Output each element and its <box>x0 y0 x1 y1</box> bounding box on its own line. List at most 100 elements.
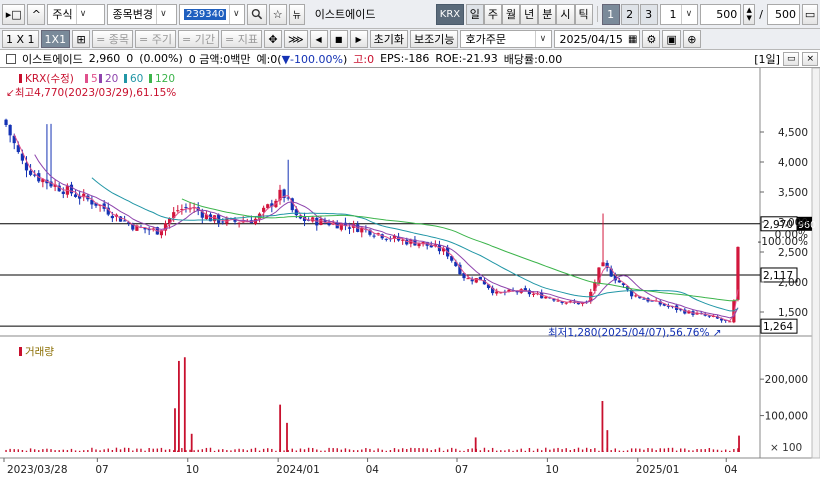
stock-name-value: 이스트에이드 <box>314 8 376 21</box>
layout-1x1-alt-button[interactable]: 1X1 <box>40 30 71 48</box>
chevron-down-icon: ∨ <box>155 4 170 24</box>
candle-body <box>634 295 638 297</box>
date-value: 2025/04/15 <box>559 32 623 46</box>
stock-code-value: 239340 <box>184 8 227 20</box>
count-input[interactable]: 500 <box>700 3 742 25</box>
legend-ma60-swatch <box>124 74 127 83</box>
order-select[interactable]: 호가주문 ∨ <box>460 30 553 48</box>
left-arrow-icon: ◀ <box>315 34 322 44</box>
pre-change: ▼-100.00% <box>281 52 343 66</box>
candle-body <box>466 278 470 280</box>
print-button[interactable]: ⊕ <box>682 30 701 48</box>
stop-icon: ■ <box>334 34 343 44</box>
maximize-button[interactable]: ▭ <box>782 51 800 66</box>
range-overlay-button[interactable]: = 기간 <box>178 30 219 48</box>
period-button-3[interactable]: 년 <box>520 3 539 25</box>
aux-function-button[interactable]: 보조기능 <box>409 30 459 48</box>
calendar-icon[interactable]: ▦ <box>628 34 637 45</box>
scroll-right-button[interactable]: ▶ <box>349 30 368 48</box>
favorite-button[interactable]: ☆ <box>268 3 287 25</box>
price-volume-chart[interactable]: 2,9702,1171,264960 4,5004,0003,5003,0002… <box>0 67 820 482</box>
high-label: 고:0 <box>353 52 375 66</box>
stock-price: 2,960 <box>88 52 121 65</box>
number-button-3[interactable]: 3 <box>639 3 658 25</box>
checkbox-icon[interactable] <box>6 53 16 64</box>
x-tick-label: 07 <box>95 464 108 476</box>
total-input[interactable]: 500 <box>766 3 801 25</box>
period-overlay-button[interactable]: = 주기 <box>135 30 177 48</box>
news-icon: 뉴 <box>292 10 301 21</box>
right-scrollbar[interactable] <box>811 67 820 459</box>
interval-select[interactable]: 1 ∨ <box>659 3 699 25</box>
stepper-down-icon: ▼ <box>746 14 752 22</box>
candle-body <box>123 220 127 222</box>
star-icon: ☆ <box>272 7 283 21</box>
x-tick-label: 2025/01 <box>636 464 680 476</box>
window-button[interactable]: ▭ <box>802 3 819 25</box>
zoom-fit-button[interactable]: ⋙ <box>283 30 308 48</box>
x-tick-label: 10 <box>545 464 558 476</box>
period-button-2[interactable]: 월 <box>502 3 521 25</box>
price-tick-label: 3,500 <box>778 187 808 199</box>
count-separator: / <box>759 7 763 21</box>
market-select[interactable]: 주식 ∨ <box>47 3 106 25</box>
chart-area[interactable]: 2,970 2,117 1,264 960 4,500 4,000 3,500 3,000 2… <box>0 67 820 482</box>
max-price-note: ↙최고4,770(2023/03/29),61.15% <box>6 87 176 99</box>
count-stepper[interactable]: ▲ ▼ <box>743 3 756 25</box>
period-button-5[interactable]: 시 <box>556 3 575 25</box>
grid-button[interactable]: ⊞ <box>72 30 91 48</box>
close-button[interactable]: × <box>802 51 818 66</box>
stop-button[interactable]: ■ <box>329 30 348 48</box>
candle-body <box>184 207 188 209</box>
amount-label: 0 금액:0백만 <box>188 52 251 66</box>
divider <box>596 6 598 22</box>
dividend-label: 배당률:0.00 <box>503 52 563 66</box>
number-button-1[interactable]: 1 <box>601 3 620 25</box>
search-button[interactable] <box>247 3 267 25</box>
price-tick-label: 4,500 <box>778 127 808 139</box>
candle-body <box>384 238 388 240</box>
period-button-4[interactable]: 분 <box>538 3 557 25</box>
chevron-down-icon: ∨ <box>535 31 549 47</box>
x-tick-label: 04 <box>366 464 380 476</box>
menu-toggle-button[interactable]: ▸□ <box>2 3 26 25</box>
candle-body <box>495 291 499 294</box>
stock-change-select[interactable]: 종목변경 ∨ <box>107 3 178 25</box>
date-input[interactable]: 2025/04/15 ▦ <box>554 30 641 48</box>
legend-ma5: 5 <box>91 73 98 85</box>
count-value: 500 <box>716 7 738 21</box>
settings-button[interactable]: ⚙ <box>642 30 661 48</box>
exchange-badge[interactable]: KRX <box>436 3 464 25</box>
price-tick-label: 3,000 <box>778 217 808 229</box>
stock-overlay-button[interactable]: = 종목 <box>92 30 134 48</box>
period-button-1[interactable]: 주 <box>483 3 503 25</box>
reset-button[interactable]: 초기화 <box>369 30 408 48</box>
layout-1x1-button[interactable]: 1 X 1 <box>2 30 39 48</box>
candle-body <box>372 235 376 237</box>
candle-body <box>642 298 646 300</box>
stock-code-input[interactable]: 239340 ∨ <box>179 3 246 25</box>
stock-change-pct: (0.00%) <box>139 52 183 65</box>
period-button-6[interactable]: 틱 <box>574 3 593 25</box>
legend-ma60: 60 <box>130 73 143 85</box>
nav-up-button[interactable]: ^ <box>27 3 46 25</box>
chart-toolbar: 1 X 1 1X1 ⊞ = 종목 = 주기 = 기간 = 지표 ✥ ⋙ ◀ ■ … <box>0 29 820 50</box>
stock-name-field: 이스트에이드 <box>307 4 434 25</box>
main-toolbar: ▸□ ^ 주식 ∨ 종목변경 ∨ 239340 ∨ ☆ 뉴 이스트에이드 KRX… <box>0 0 820 29</box>
pre-close: ) <box>342 52 348 66</box>
period-button-0[interactable]: 일 <box>465 3 484 25</box>
price-tick-label: 2,500 <box>778 247 808 259</box>
number-button-2[interactable]: 2 <box>620 3 639 25</box>
indicator-overlay-button[interactable]: = 지표 <box>220 30 262 48</box>
candle-body <box>69 184 74 194</box>
stepper-up-icon: ▲ <box>746 6 752 14</box>
number-button-group: 123 <box>601 3 658 25</box>
news-button[interactable]: 뉴 <box>288 3 305 25</box>
grid-icon: ⊞ <box>76 32 86 46</box>
candle-body <box>564 302 568 304</box>
save-button[interactable]: ▣ <box>662 30 681 48</box>
crosshair-button[interactable]: ✥ <box>263 30 282 48</box>
legend-ma120: 120 <box>155 73 175 85</box>
scroll-left-button[interactable]: ◀ <box>309 30 328 48</box>
price-tick-label: 2,000 <box>778 277 808 289</box>
